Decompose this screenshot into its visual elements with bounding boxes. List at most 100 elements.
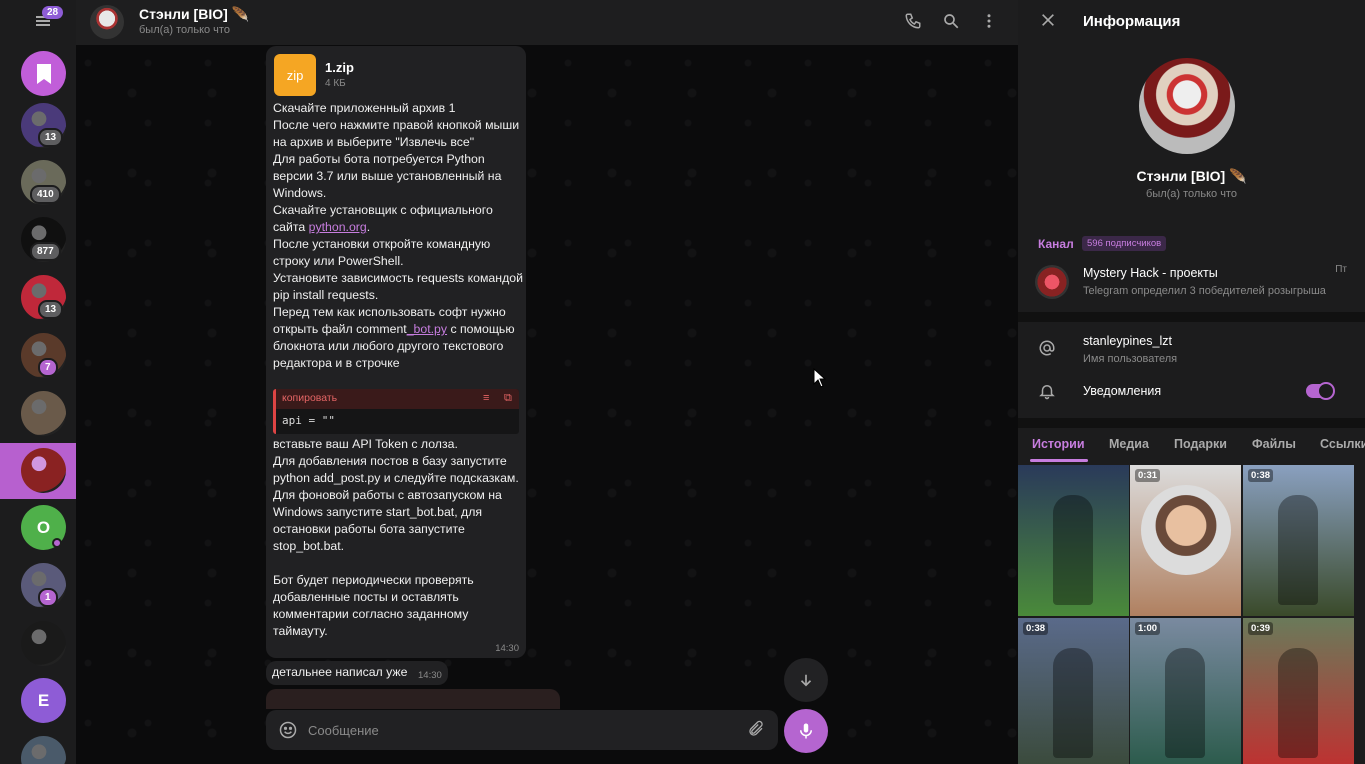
menu-button[interactable]: 28 (26, 6, 64, 34)
chat-avatar (21, 391, 66, 436)
unread-badge: 13 (38, 300, 64, 319)
message-time: 14:30 (418, 670, 442, 681)
arrow-down-icon (800, 674, 812, 687)
story-thumbnail[interactable]: 1:00 (1130, 618, 1241, 764)
chat-list-item[interactable] (0, 731, 76, 764)
online-indicator (52, 538, 62, 548)
bell-icon (1038, 382, 1056, 405)
chat-avatar: E (21, 678, 66, 723)
message-bubble-partial[interactable] (266, 689, 560, 709)
message-paragraph: вставьте ваш API Token с лолза. (273, 437, 458, 451)
unread-badge: 1 (38, 588, 58, 607)
phone-icon[interactable] (903, 12, 923, 32)
photo-subject (1278, 648, 1318, 758)
chat-list-item[interactable]: 7 (0, 328, 76, 384)
story-thumbnail[interactable]: 0:38 (1018, 618, 1129, 764)
text-span: Скачайте установщик с официального сайта (273, 203, 493, 234)
story-thumbnail[interactable] (1018, 465, 1129, 616)
chat-header[interactable]: Стэнли [BIO] 🪶 был(а) только что (76, 0, 1018, 45)
profile-status: был(а) только что (1146, 188, 1237, 200)
chat-list-item[interactable]: 410 (0, 155, 76, 211)
tab-files[interactable]: Файлы (1252, 437, 1296, 451)
channel-preview: Telegram определил 3 победителей розыгры… (1083, 285, 1326, 297)
bot-py-link[interactable]: _bot.py (407, 322, 447, 336)
chat-list-rail: 28 13 410 877 13 7 O 1 E (0, 0, 76, 764)
unread-badge: 7 (38, 358, 58, 377)
emoji-icon[interactable] (278, 720, 298, 740)
saved-messages-avatar (21, 51, 66, 96)
message-paragraph: После чего нажмите правой кнопкой мыши н… (273, 118, 520, 149)
chat-avatar[interactable] (90, 5, 124, 39)
chat-list-item[interactable]: 13 (0, 98, 76, 154)
chat-list-item[interactable]: 13 (0, 270, 76, 326)
unread-badge: 13 (38, 128, 64, 147)
voice-record-button[interactable] (784, 709, 828, 753)
chat-list-item[interactable]: 877 (0, 212, 76, 268)
story-thumbnail[interactable]: 0:31 (1130, 465, 1241, 616)
chat-status: был(а) только что (139, 24, 230, 36)
tab-links[interactable]: Ссылки (1320, 437, 1365, 451)
tab-media[interactable]: Медиа (1109, 437, 1149, 451)
file-size: 4 КБ (325, 78, 346, 89)
chat-list-item[interactable] (0, 616, 76, 672)
tab-indicator (1030, 459, 1088, 462)
wrap-lines-icon[interactable]: ≡ (483, 392, 489, 404)
message-paragraph: Бот будет периодически проверять добавле… (273, 573, 474, 638)
photo-subject (1165, 648, 1205, 758)
code-block[interactable]: копировать ≡ ⧉ api = "" (273, 389, 519, 434)
video-circle (1141, 485, 1231, 575)
zip-file-icon[interactable]: zip (274, 54, 316, 96)
unread-badge: 877 (30, 242, 61, 261)
story-thumbnail[interactable]: 0:38 (1243, 465, 1354, 616)
video-duration: 0:38 (1023, 622, 1049, 635)
chat-list-item[interactable] (0, 386, 76, 442)
profile-name: Стэнли [BIO] 🪶 (1136, 168, 1247, 184)
story-thumbnail[interactable]: 0:39 (1243, 618, 1354, 764)
file-name[interactable]: 1.zip (325, 60, 354, 75)
notifications-toggle[interactable] (1306, 382, 1335, 400)
chat-list-item[interactable] (0, 443, 76, 499)
message-time: 14:30 (495, 643, 519, 654)
post-py-link[interactable]: _post.py (334, 471, 381, 485)
code-copy-label[interactable]: копировать (282, 392, 337, 404)
message-bubble[interactable]: zip 1.zip 4 КБ Скачайте приложенный архи… (266, 46, 526, 658)
attach-icon[interactable] (746, 720, 766, 740)
text-span: и следуйте подсказкам. (380, 471, 519, 485)
python-org-link[interactable]: python.org (309, 220, 367, 234)
divider (1018, 418, 1365, 428)
message-paragraph: Перед тем как использовать софт нужно от… (273, 304, 523, 372)
channel-avatar (1035, 265, 1069, 299)
username-label: Имя пользователя (1083, 353, 1178, 365)
username-value: stanleypines_lzt (1083, 334, 1172, 348)
chat-list-item[interactable] (0, 46, 76, 102)
chat-list-item[interactable]: 1 (0, 558, 76, 614)
chat-avatar (21, 448, 66, 493)
photo-subject (1053, 648, 1093, 758)
message-bubble[interactable]: детальнее написал уже 14:30 (266, 661, 448, 685)
message-paragraph: Для работы бота потребуется Python верси… (273, 152, 502, 200)
message-paragraph: Скачайте установщик с официального сайта… (273, 202, 523, 236)
message-text: детальнее написал уже (272, 665, 408, 679)
bookmark-icon (36, 63, 51, 84)
divider (1018, 312, 1365, 322)
video-duration: 1:00 (1135, 622, 1161, 635)
scroll-down-button[interactable] (784, 658, 828, 702)
unread-badge: 410 (30, 185, 61, 204)
chat-list-item[interactable]: E (0, 673, 76, 729)
tab-stories[interactable]: Истории (1032, 437, 1085, 451)
message-input[interactable] (308, 718, 728, 742)
copy-icon[interactable]: ⧉ (504, 392, 512, 405)
close-icon[interactable] (1040, 12, 1056, 33)
search-icon[interactable] (941, 12, 961, 32)
code-header: копировать ≡ ⧉ (276, 389, 519, 409)
chat-list-item[interactable]: O (0, 500, 76, 556)
chat-avatar (21, 621, 66, 666)
text-span: . (366, 220, 371, 234)
message-paragraph: После установки откройте командную строк… (273, 237, 491, 268)
more-vertical-icon[interactable] (979, 12, 999, 32)
tab-gifts[interactable]: Подарки (1174, 437, 1227, 451)
video-duration: 0:31 (1135, 469, 1161, 482)
photo-subject (1053, 495, 1093, 605)
profile-avatar[interactable] (1139, 58, 1235, 154)
